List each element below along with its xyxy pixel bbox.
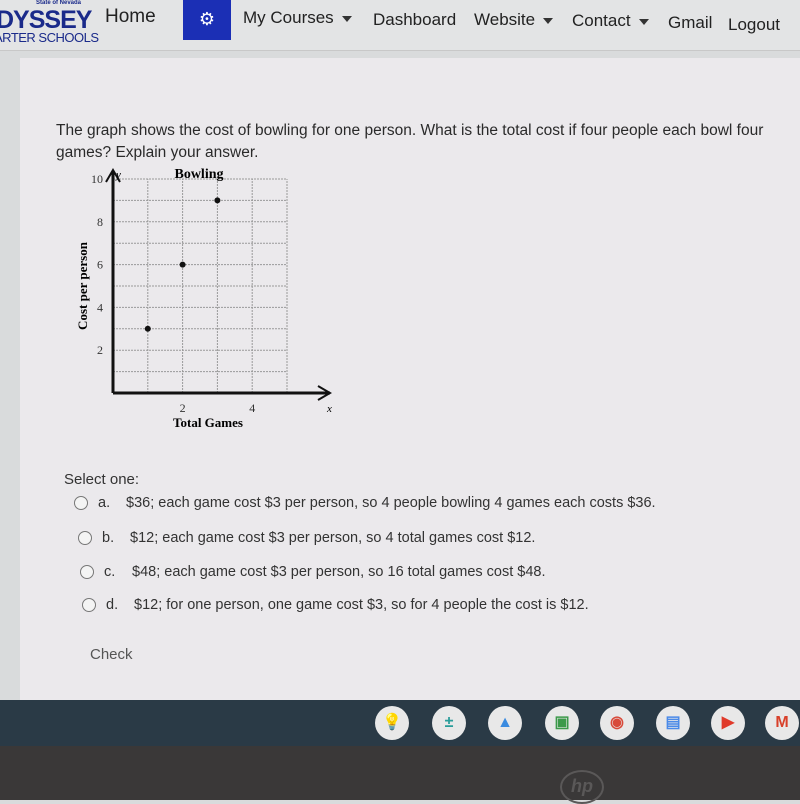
laptop-bezel xyxy=(0,746,800,800)
logo-sub: ARTER SCHOOLS xyxy=(0,30,99,45)
nav-gmail[interactable]: Gmail xyxy=(668,13,712,33)
y-tick-label: 10 xyxy=(91,172,103,186)
classroom-icon[interactable]: ▣ xyxy=(545,706,579,740)
x-tick-label: 2 xyxy=(180,401,186,415)
answer-option-b[interactable]: b. $12; each game cost $3 per person, so … xyxy=(78,530,535,546)
youtube-icon[interactable]: ▶ xyxy=(711,706,745,740)
radio-button[interactable] xyxy=(78,531,92,546)
calculator-icon[interactable]: ± xyxy=(432,706,466,740)
nav-label: Website xyxy=(474,10,536,29)
option-text: $12; each game cost $3 per person, so 4 … xyxy=(130,530,536,546)
data-point xyxy=(214,197,221,204)
caret-down-icon xyxy=(341,15,352,22)
chart-title: Bowling xyxy=(174,167,223,182)
option-letter: b. xyxy=(102,530,115,546)
y-axis-letter: y xyxy=(115,169,121,181)
data-point xyxy=(179,261,186,268)
top-navigation-bar: State of Nevada DYSSEY ARTER SCHOOLS Hom… xyxy=(0,0,800,51)
y-tick-label: 8 xyxy=(97,215,103,229)
option-letter: a. xyxy=(98,495,111,511)
y-tick-label: 4 xyxy=(97,300,103,314)
data-point xyxy=(144,325,151,332)
caret-down-icon xyxy=(543,17,554,24)
x-axis-letter: x xyxy=(326,403,332,415)
y-tick-label: 2 xyxy=(97,343,103,357)
y-axis-label: Cost per person xyxy=(75,241,90,330)
radio-button[interactable] xyxy=(82,598,96,613)
check-button[interactable]: Check xyxy=(90,646,133,663)
bowling-chart: 2 4 2 4 6 8 10 Bowling Total Games Cost per pe… xyxy=(75,167,332,430)
option-letter: c. xyxy=(104,564,116,580)
x-axis-label: Total Games xyxy=(173,415,243,430)
nav-logout[interactable]: Logout xyxy=(728,15,780,35)
option-text: $48; each game cost $3 per person, so 16… xyxy=(132,564,546,580)
chrome-icon[interactable]: ◉ xyxy=(600,706,634,740)
question-text: The graph shows the cost of bowling for … xyxy=(56,122,764,161)
keep-icon[interactable]: 💡 xyxy=(375,706,409,740)
chromeos-shelf: 💡 ± ▲ ▣ ◉ ▤ ▶ M xyxy=(0,700,800,746)
nav-home[interactable]: Home xyxy=(105,6,156,28)
nav-label: My Courses xyxy=(243,8,334,27)
nav-my-courses[interactable]: My Courses xyxy=(243,8,352,28)
nav-website[interactable]: Website xyxy=(474,10,554,30)
option-text: $36; each game cost $3 per person, so 4 … xyxy=(126,495,656,511)
answer-option-a[interactable]: a. $36; each game cost $3 per person, so … xyxy=(74,495,656,511)
nav-dashboard[interactable]: Dashboard xyxy=(373,10,456,30)
caret-down-icon xyxy=(638,18,649,25)
gears-icon: ⚙ xyxy=(198,9,216,29)
docs-icon[interactable]: ▤ xyxy=(656,706,690,740)
radio-button[interactable] xyxy=(80,565,94,580)
option-letter: d. xyxy=(106,597,119,613)
answer-option-c[interactable]: c. $48; each game cost $3 per person, so … xyxy=(80,564,546,580)
option-text: $12; for one person, one game cost $3, s… xyxy=(134,597,589,613)
drive-icon[interactable]: ▲ xyxy=(488,706,522,740)
gmail-icon[interactable]: M xyxy=(765,706,799,740)
y-tick-label: 6 xyxy=(97,258,103,272)
settings-button[interactable]: ⚙ xyxy=(183,0,231,40)
radio-button[interactable] xyxy=(74,496,88,511)
hp-logo: hp xyxy=(560,770,604,804)
answer-option-d[interactable]: d. $12; for one person, one game cost $3,… xyxy=(82,597,589,613)
select-one-label: Select one: xyxy=(64,471,140,488)
nav-contact[interactable]: Contact xyxy=(572,11,649,31)
nav-label: Contact xyxy=(572,11,631,30)
x-tick-label: 4 xyxy=(249,401,255,415)
